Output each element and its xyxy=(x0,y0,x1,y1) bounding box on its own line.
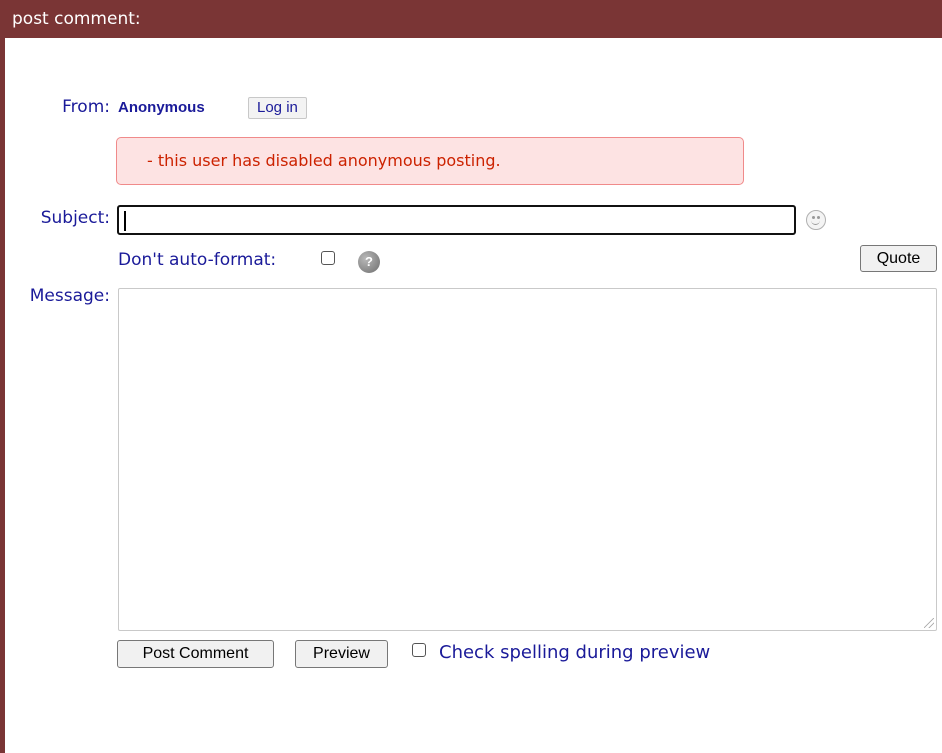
from-user: Anonymous xyxy=(118,99,205,116)
spellcheck-label: Check spelling during preview xyxy=(439,642,711,663)
preview-button[interactable]: Preview xyxy=(295,640,388,668)
spellcheck-checkbox[interactable] xyxy=(412,643,426,657)
post-comment-button[interactable]: Post Comment xyxy=(117,640,274,668)
smiley-mouth xyxy=(811,218,820,225)
alert-text: - this user has disabled anonymous posti… xyxy=(147,151,501,170)
error-alert: - this user has disabled anonymous posti… xyxy=(116,137,744,185)
resize-handle[interactable] xyxy=(924,618,934,628)
smiley-icon[interactable] xyxy=(806,210,826,230)
login-button[interactable]: Log in xyxy=(248,97,307,119)
text-caret xyxy=(124,211,126,231)
from-label: From: xyxy=(62,97,110,117)
autoformat-label: Don't auto-format: xyxy=(118,250,277,270)
subject-input[interactable] xyxy=(117,205,796,235)
subject-label: Subject: xyxy=(40,208,110,228)
section-title: post comment: xyxy=(12,9,141,29)
message-textarea[interactable] xyxy=(118,288,937,631)
quote-button[interactable]: Quote xyxy=(860,245,937,272)
message-label: Message: xyxy=(29,286,110,306)
help-icon[interactable]: ? xyxy=(358,251,380,273)
section-header: post comment: xyxy=(0,0,942,38)
autoformat-checkbox[interactable] xyxy=(321,251,335,265)
left-border xyxy=(0,0,5,753)
